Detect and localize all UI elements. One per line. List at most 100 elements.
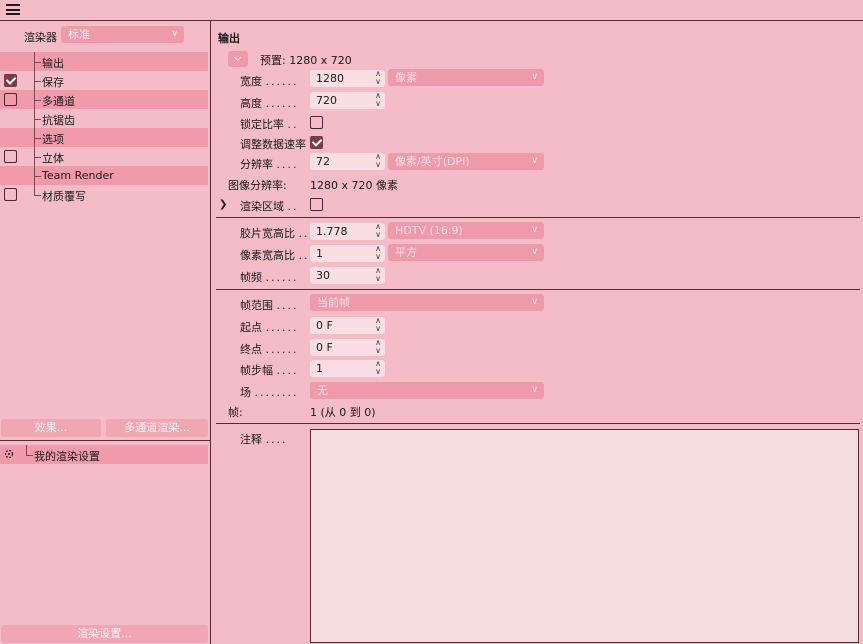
film-aspect-field[interactable]: 1.778 ∧ ∨	[310, 223, 385, 240]
end-label: 终点 ......	[240, 343, 299, 356]
image-resolution-value: 1280 x 720 像素	[310, 179, 398, 192]
pixel-aspect-preset-value: 平方	[395, 246, 417, 259]
step-label-text: 帧步幅	[240, 364, 273, 377]
divider	[216, 217, 860, 218]
adjust-data-rate-checkbox[interactable]	[310, 136, 323, 149]
adjust-data-rate-label: 调整数据速率	[240, 138, 306, 151]
spinner-icon[interactable]: ∧ ∨	[375, 339, 381, 355]
right-panel: 输出 预置: 1280 x 720 宽度 ...... 1280 ∧ ∨ 像素 ∨…	[211, 21, 863, 644]
film-aspect-label: 胶片宽高比 ..	[240, 227, 310, 240]
frames-value: 1 (从 0 到 0)	[310, 406, 376, 419]
tree-item-label: 输出	[42, 57, 64, 70]
step-field[interactable]: 1 ∧ ∨	[310, 360, 385, 377]
divider	[216, 289, 860, 290]
left-panel: 渲染器 标准 ∨ 输出 保存 多通道 抗锯齿 选项 立体 Team Render	[0, 21, 210, 644]
spinner-icon[interactable]: ∧ ∨	[375, 223, 381, 239]
tree-branch-line	[34, 195, 41, 196]
start-label-text: 起点	[240, 321, 262, 334]
tree-item-label: 材质覆写	[42, 190, 86, 203]
start-field[interactable]: 0 F ∧ ∨	[310, 317, 385, 334]
fps-field[interactable]: 30 ∧ ∨	[310, 267, 385, 284]
tree-branch-line	[34, 138, 41, 139]
chevron-down-icon: ∨	[531, 385, 538, 395]
film-aspect-preset-dropdown[interactable]: HDTV (16:9) ∨	[388, 222, 544, 239]
chevron-down-icon: ∨	[531, 156, 538, 166]
preset-label: 预置: 1280 x 720	[260, 54, 352, 67]
chevron-right-icon[interactable]: ❯	[219, 199, 227, 210]
render-region-label: 渲染区域 ..	[240, 200, 299, 213]
render-settings-button[interactable]: 渲染设置...	[1, 625, 208, 643]
stereo-checkbox[interactable]	[4, 150, 17, 163]
material-override-checkbox[interactable]	[4, 188, 17, 201]
menu-icon[interactable]	[6, 4, 20, 15]
renderer-dropdown[interactable]: 标准 ∨	[61, 26, 184, 43]
resolution-value: 72	[316, 155, 330, 168]
resolution-field[interactable]: 72 ∧ ∨	[310, 153, 385, 170]
tree-item-save[interactable]: 保存	[0, 71, 208, 90]
notes-textarea[interactable]	[310, 429, 859, 643]
render-region-checkbox[interactable]	[310, 198, 323, 211]
multipass-checkbox[interactable]	[4, 93, 17, 106]
field-dropdown[interactable]: 无 ∨	[310, 382, 544, 399]
end-field[interactable]: 0 F ∧ ∨	[310, 339, 385, 356]
renderer-label: 渲染器	[24, 31, 57, 44]
film-aspect-label-text: 胶片宽高比	[240, 227, 295, 240]
step-label: 帧步幅 ....	[240, 364, 299, 377]
field-label: 场 ........	[240, 386, 299, 399]
tree-item-stereo[interactable]: 立体	[0, 147, 208, 166]
lock-ratio-checkbox[interactable]	[310, 116, 323, 129]
effects-button[interactable]: 效果...	[1, 419, 101, 437]
start-label: 起点 ......	[240, 321, 299, 334]
frame-range-dropdown[interactable]: 当前帧 ∨	[310, 294, 544, 311]
tree-item-multipass[interactable]: 多通道	[0, 90, 208, 109]
pixel-aspect-label-text: 像素宽高比	[240, 249, 295, 262]
tree-branch-line	[34, 176, 41, 177]
field-label-text: 场	[240, 386, 251, 399]
multipass-render-button[interactable]: 多通道渲染...	[106, 419, 208, 437]
tree-branch-line	[26, 455, 33, 456]
tree-item-team-render[interactable]: Team Render	[0, 166, 208, 185]
spinner-icon[interactable]: ∧ ∨	[375, 92, 381, 108]
spinner-icon[interactable]: ∧ ∨	[375, 360, 381, 376]
tree-item-options[interactable]: 选项	[0, 128, 208, 147]
frames-label: 帧:	[228, 406, 243, 419]
chevron-down-icon: ∨	[531, 72, 538, 82]
resolution-unit-dropdown[interactable]: 像素/英寸(DPI) ∨	[388, 153, 544, 170]
tree-item-label: 选项	[42, 133, 64, 146]
spinner-icon[interactable]: ∧ ∨	[375, 317, 381, 333]
frame-range-label: 帧范围 ....	[240, 299, 299, 312]
frame-range-label-text: 帧范围	[240, 299, 273, 312]
spinner-icon[interactable]: ∧ ∨	[375, 267, 381, 283]
tree-branch-line	[26, 445, 27, 455]
pixel-aspect-label: 像素宽高比 ..	[240, 249, 310, 262]
fps-label-text: 帧频	[240, 271, 262, 284]
pixel-aspect-preset-dropdown[interactable]: 平方 ∨	[388, 244, 544, 261]
tree-branch-line	[34, 100, 41, 101]
height-label-text: 高度	[240, 97, 262, 110]
spinner-icon[interactable]: ∧ ∨	[375, 245, 381, 261]
start-value: 0 F	[316, 319, 333, 332]
spinner-icon[interactable]: ∧ ∨	[375, 153, 381, 169]
tree-item-material-override[interactable]: 材质覆写	[0, 185, 208, 204]
width-field[interactable]: 1280 ∧ ∨	[310, 70, 385, 87]
save-checkbox[interactable]	[4, 74, 17, 87]
height-label: 高度 ......	[240, 97, 299, 110]
pixel-aspect-value: 1	[316, 247, 323, 260]
tree-item-output[interactable]: 输出	[0, 52, 208, 71]
divider	[216, 423, 860, 424]
render-settings-icon	[4, 449, 14, 459]
my-render-setting-label: 我的渲染设置	[34, 450, 100, 463]
unit-dropdown[interactable]: 像素 ∨	[388, 69, 544, 86]
end-label-text: 终点	[240, 343, 262, 356]
renderer-row: 渲染器 标准 ∨	[0, 25, 210, 45]
divider	[0, 440, 210, 441]
width-label: 宽度 ......	[240, 75, 299, 88]
pixel-aspect-field[interactable]: 1 ∧ ∨	[310, 245, 385, 262]
resolution-label: 分辨率 ....	[240, 158, 299, 171]
my-render-setting-item[interactable]: 我的渲染设置	[0, 445, 208, 464]
tree-item-antialiasing[interactable]: 抗锯齿	[0, 109, 208, 128]
preset-dropdown-button[interactable]	[228, 51, 248, 67]
tree-branch-line	[34, 157, 41, 158]
height-field[interactable]: 720 ∧ ∨	[310, 92, 385, 109]
spinner-icon[interactable]: ∧ ∨	[375, 70, 381, 86]
